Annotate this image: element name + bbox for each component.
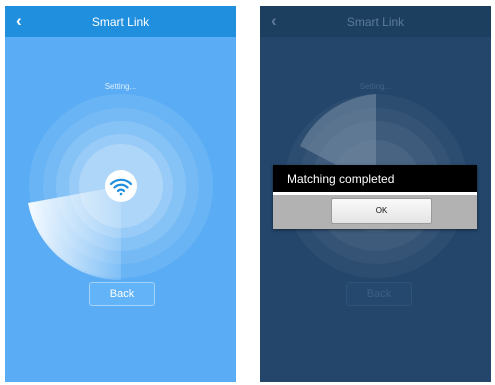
ok-button[interactable]: OK <box>331 198 432 224</box>
radar-animation <box>28 94 213 281</box>
matching-dialog: Matching completed OK <box>273 165 477 229</box>
wifi-icon-bg <box>105 170 137 202</box>
dialog-title: Matching completed <box>287 172 395 186</box>
dialog-title-bar: Matching completed <box>273 165 477 192</box>
back-button[interactable]: Back <box>346 282 412 306</box>
back-button[interactable]: Back <box>89 282 155 306</box>
dialog-divider <box>273 192 477 195</box>
smart-link-screen-completed: ‹ Smart Link Setting... Back Matching co… <box>260 6 491 382</box>
smart-link-screen-searching: ‹ Smart Link Setting... Back <box>5 6 236 382</box>
